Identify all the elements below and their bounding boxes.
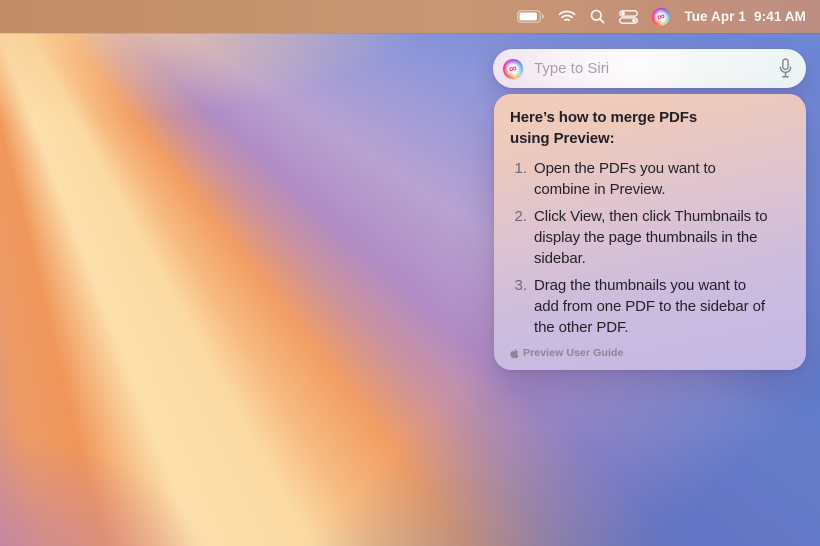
siri-orb-icon: ∞ — [503, 59, 523, 79]
battery-icon[interactable] — [517, 0, 544, 33]
siri-response-card: Here’s how to merge PDFs using Preview: … — [494, 94, 806, 370]
step-text: Click View, then click Thumbnails to dis… — [534, 206, 767, 269]
siri-icon[interactable]: ∞ — [652, 0, 670, 33]
clock-date: Tue Apr 1 — [684, 9, 746, 24]
control-center-icon[interactable] — [619, 0, 638, 33]
list-item: 2. Click View, then click Thumbnails to … — [510, 206, 790, 269]
wifi-icon[interactable] — [558, 0, 576, 33]
list-item: 1. Open the PDFs you want to combine in … — [510, 158, 790, 200]
menu-bar: ∞ Tue Apr 1 9:41 AM — [0, 0, 820, 33]
clock-time: 9:41 AM — [754, 9, 806, 24]
step-number: 1. — [510, 158, 527, 200]
siri-orb-glyph: ∞ — [652, 8, 670, 26]
menu-bar-clock[interactable]: Tue Apr 1 9:41 AM — [684, 9, 806, 24]
spotlight-search-icon[interactable] — [590, 0, 605, 33]
card-title: Here’s how to merge PDFs using Preview: — [510, 107, 790, 149]
step-number: 3. — [510, 275, 527, 338]
step-text: Drag the thumbnails you want to add from… — [534, 275, 765, 338]
source-label: Preview User Guide — [523, 347, 623, 359]
siri-text-input[interactable] — [532, 59, 776, 78]
desktop-screen: ∞ Tue Apr 1 9:41 AM ∞ Here’s how to merg… — [0, 0, 820, 546]
type-to-siri-bar[interactable]: ∞ — [493, 49, 806, 88]
source-link[interactable]: Preview User Guide — [510, 347, 790, 359]
step-number: 2. — [510, 206, 527, 269]
microphone-icon[interactable] — [776, 56, 795, 81]
list-item: 3. Drag the thumbnails you want to add f… — [510, 275, 790, 338]
step-text: Open the PDFs you want to combine in Pre… — [534, 158, 716, 200]
instruction-list: 1. Open the PDFs you want to combine in … — [510, 158, 790, 338]
apple-logo-icon — [510, 348, 519, 359]
